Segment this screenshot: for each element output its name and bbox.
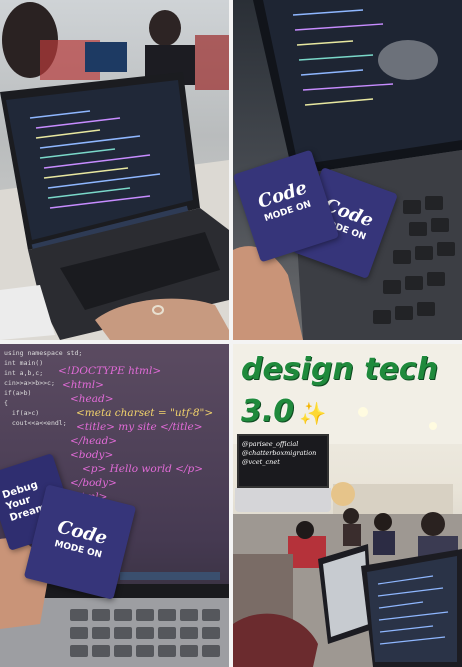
laptop-screen-left-display xyxy=(323,551,369,637)
handle-line: @chatterboxmigration xyxy=(242,449,317,457)
html-line-title: <title> my site </title> xyxy=(76,421,203,433)
small-laptop-screen: @parisee_official @chatterboxmigration @… xyxy=(237,434,329,488)
handle-line: @parisee_official xyxy=(242,440,299,448)
html-line-meta: <meta charset = "utf-8"> xyxy=(76,407,214,419)
photo-code-screen: using namespace std; int main() int a,b,… xyxy=(0,344,229,667)
laptop-base xyxy=(0,598,229,667)
screen-glare xyxy=(378,40,438,80)
background-laptop xyxy=(85,42,127,72)
handle-line: @vcet_cnet xyxy=(242,458,280,466)
photo-cards-laptop: Code MODE ON Code MODE ON xyxy=(233,0,462,340)
html-line-head-close: </head> xyxy=(70,435,118,447)
design-tech-title: design tech xyxy=(241,352,439,387)
html-line-doctype: <!DOCTYPE html> xyxy=(58,365,162,377)
wall-ornament xyxy=(331,482,355,506)
laptop-scene xyxy=(0,2,229,340)
keyboard-keys xyxy=(70,609,220,657)
person-right xyxy=(195,35,229,90)
taskbar xyxy=(120,572,220,580)
laptop-screen-right-display xyxy=(367,556,457,662)
code-line: using namespace std; xyxy=(4,349,83,357)
html-line-head: <head> xyxy=(70,393,114,405)
ceiling-light xyxy=(429,422,437,430)
photo-design-tech-hall: @parisee_official @chatterboxmigration @… xyxy=(233,344,462,667)
ceiling-light xyxy=(358,407,368,417)
photo-laptop-coding xyxy=(0,0,229,340)
html-line-html: <html> xyxy=(62,379,104,391)
version-title: 3.0 xyxy=(241,394,295,429)
version-title-row: 3.0 ✨ xyxy=(241,394,327,429)
hand xyxy=(233,246,303,340)
small-laptop: @parisee_official @chatterboxmigration @… xyxy=(235,434,331,539)
sparkle-icon: ✨ xyxy=(299,402,327,427)
person-head xyxy=(149,10,181,46)
small-laptop-keyboard xyxy=(235,488,331,512)
